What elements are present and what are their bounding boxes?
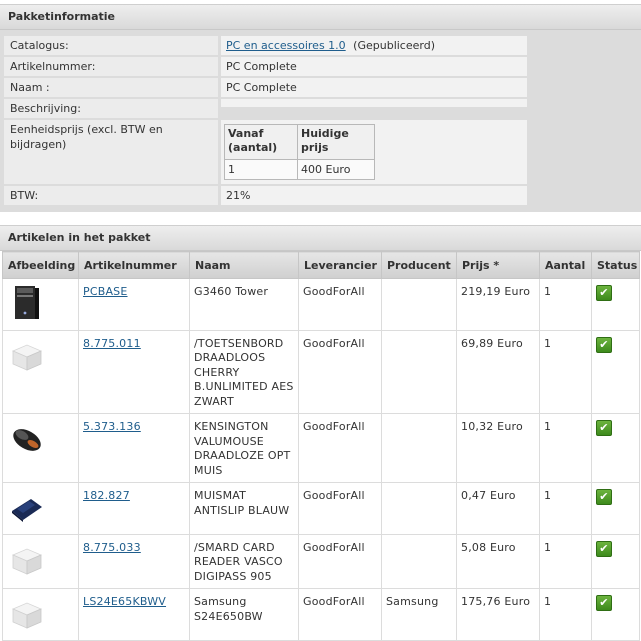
prijs-cell: 69,89 Euro bbox=[456, 329, 540, 414]
leverancier-cell: GoodForAll bbox=[298, 588, 382, 641]
product-box-placeholder-icon bbox=[11, 344, 43, 371]
leverancier-cell: GoodForAll bbox=[298, 533, 382, 589]
prijs-cell: 10,32 Euro bbox=[456, 413, 540, 483]
articles-header: Artikelen in het pakket bbox=[0, 225, 641, 251]
leverancier-cell: GoodForAll bbox=[298, 413, 382, 483]
naam-cell: Samsung S24E650BW bbox=[189, 588, 299, 641]
mousepad-icon bbox=[12, 499, 42, 522]
leverancier-cell: GoodForAll bbox=[298, 329, 382, 414]
naam-cell: MUISMAT ANTISLIP BLAUW bbox=[189, 482, 299, 535]
table-row: PCBASE G3460 Tower GoodForAll 219,19 Eur… bbox=[2, 278, 640, 331]
image-cell bbox=[2, 329, 79, 414]
artikelnummer-value: PC Complete bbox=[221, 57, 527, 76]
articles-header-row: Afbeelding Artikelnummer Naam Leverancie… bbox=[2, 251, 640, 279]
producent-cell: Samsung bbox=[381, 588, 457, 641]
beschrijving-value bbox=[221, 99, 527, 107]
ok-check-icon: ✔ bbox=[596, 595, 612, 611]
naam-cell: /TOETSENBORD DRAADLOOS CHERRY B.UNLIMITE… bbox=[189, 329, 299, 414]
table-row: 8.775.033 /SMARD CARD READER VASCO DIGIP… bbox=[2, 533, 640, 589]
naam-cell: KENSINGTON VALUMOUSE DRAADLOZE OPT MUIS bbox=[189, 413, 299, 483]
catalogus-row: Catalogus: PC en accessoires 1.0 (Gepubl… bbox=[4, 36, 641, 55]
ok-check-icon: ✔ bbox=[596, 420, 612, 436]
eenheidsprijs-row: Eenheidsprijs (excl. BTW en bijdragen) V… bbox=[4, 120, 641, 184]
table-row: 8.775.011 /TOETSENBORD DRAADLOOS CHERRY … bbox=[2, 329, 640, 414]
image-cell bbox=[2, 588, 79, 641]
catalogus-status: (Gepubliceerd) bbox=[353, 39, 435, 52]
producent-cell bbox=[381, 329, 457, 414]
ok-check-icon: ✔ bbox=[596, 540, 612, 557]
price-header-vanaf: Vanaf (aantal) bbox=[224, 124, 298, 160]
prijs-cell: 5,08 Euro bbox=[456, 533, 540, 589]
table-row: LS24E65KBWV Samsung S24E650BW GoodForAll… bbox=[2, 588, 640, 641]
artikelnummer-link[interactable]: PCBASE bbox=[83, 285, 128, 298]
col-afbeelding: Afbeelding bbox=[2, 251, 79, 279]
aantal-cell: 1 bbox=[539, 482, 592, 535]
leverancier-cell: GoodForAll bbox=[298, 482, 382, 535]
producent-cell bbox=[381, 533, 457, 589]
col-naam: Naam bbox=[189, 251, 299, 279]
package-info-header: Pakketinformatie bbox=[0, 4, 641, 30]
table-row: 5.373.136 KENSINGTON VALUMOUSE DRAADLOZE… bbox=[2, 413, 640, 483]
aantal-cell: 1 bbox=[539, 278, 592, 331]
producent-cell bbox=[381, 413, 457, 483]
producent-cell bbox=[381, 278, 457, 331]
artikelnummer-label: Artikelnummer: bbox=[4, 57, 218, 76]
pc-tower-icon bbox=[15, 286, 39, 319]
product-box-placeholder-icon bbox=[11, 548, 43, 575]
artikelnummer-link[interactable]: 182.827 bbox=[83, 489, 130, 502]
leverancier-cell: GoodForAll bbox=[298, 278, 382, 331]
image-cell bbox=[2, 482, 79, 535]
artikelnummer-row: Artikelnummer: PC Complete bbox=[4, 57, 641, 76]
artikelnummer-link[interactable]: LS24E65KBWV bbox=[83, 595, 166, 608]
col-aantal: Aantal bbox=[539, 251, 592, 279]
beschrijving-row: Beschrijving: bbox=[4, 99, 641, 118]
col-leverancier: Leverancier bbox=[298, 251, 382, 279]
btw-label: BTW: bbox=[4, 186, 218, 205]
aantal-cell: 1 bbox=[539, 533, 592, 589]
mouse-icon bbox=[13, 429, 41, 451]
artikelnummer-link[interactable]: 5.373.136 bbox=[83, 420, 141, 433]
catalogus-label: Catalogus: bbox=[4, 36, 218, 55]
image-cell bbox=[2, 533, 79, 589]
eenheidsprijs-label: Eenheidsprijs (excl. BTW en bijdragen) bbox=[4, 120, 218, 184]
catalogus-value: PC en accessoires 1.0 (Gepubliceerd) bbox=[221, 36, 527, 55]
btw-value: 21% bbox=[221, 186, 527, 205]
producent-cell bbox=[381, 482, 457, 535]
price-header-prijs: Huidige prijs bbox=[297, 124, 375, 160]
naam-cell: /SMARD CARD READER VASCO DIGIPASS 905 bbox=[189, 533, 299, 589]
image-cell bbox=[2, 278, 79, 331]
ok-check-icon: ✔ bbox=[596, 489, 612, 505]
col-prijs: Prijs * bbox=[456, 251, 540, 279]
btw-row: BTW: 21% bbox=[4, 186, 641, 205]
price-prijs: 400 Euro bbox=[297, 159, 375, 180]
table-row: 182.827 MUISMAT ANTISLIP BLAUW GoodForAl… bbox=[2, 482, 640, 535]
price-vanaf: 1 bbox=[224, 159, 298, 180]
aantal-cell: 1 bbox=[539, 588, 592, 641]
naam-cell: G3460 Tower bbox=[189, 278, 299, 331]
col-producent: Producent bbox=[381, 251, 457, 279]
prijs-cell: 219,19 Euro bbox=[456, 278, 540, 331]
naam-value: PC Complete bbox=[221, 78, 527, 97]
prijs-cell: 0,47 Euro bbox=[456, 482, 540, 535]
artikelnummer-link[interactable]: 8.775.011 bbox=[83, 337, 141, 350]
articles-table: Afbeelding Artikelnummer Naam Leverancie… bbox=[2, 251, 640, 641]
beschrijving-label: Beschrijving: bbox=[4, 99, 218, 118]
naam-row: Naam : PC Complete bbox=[4, 78, 641, 97]
naam-label: Naam : bbox=[4, 78, 218, 97]
prijs-cell: 175,76 Euro bbox=[456, 588, 540, 641]
col-artikelnummer: Artikelnummer bbox=[78, 251, 190, 279]
aantal-cell: 1 bbox=[539, 413, 592, 483]
product-box-placeholder-icon bbox=[11, 602, 43, 629]
package-info-panel: Catalogus: PC en accessoires 1.0 (Gepubl… bbox=[0, 30, 641, 212]
col-status: Status bbox=[591, 251, 640, 279]
price-table: Vanaf (aantal) Huidige prijs 1 400 Euro bbox=[224, 124, 375, 180]
aantal-cell: 1 bbox=[539, 329, 592, 414]
catalogus-link[interactable]: PC en accessoires 1.0 bbox=[226, 39, 346, 52]
image-cell bbox=[2, 413, 79, 483]
ok-check-icon: ✔ bbox=[596, 285, 612, 301]
artikelnummer-link[interactable]: 8.775.033 bbox=[83, 541, 141, 554]
eenheidsprijs-value: Vanaf (aantal) Huidige prijs 1 400 Euro bbox=[221, 120, 527, 184]
ok-check-icon: ✔ bbox=[596, 336, 612, 353]
